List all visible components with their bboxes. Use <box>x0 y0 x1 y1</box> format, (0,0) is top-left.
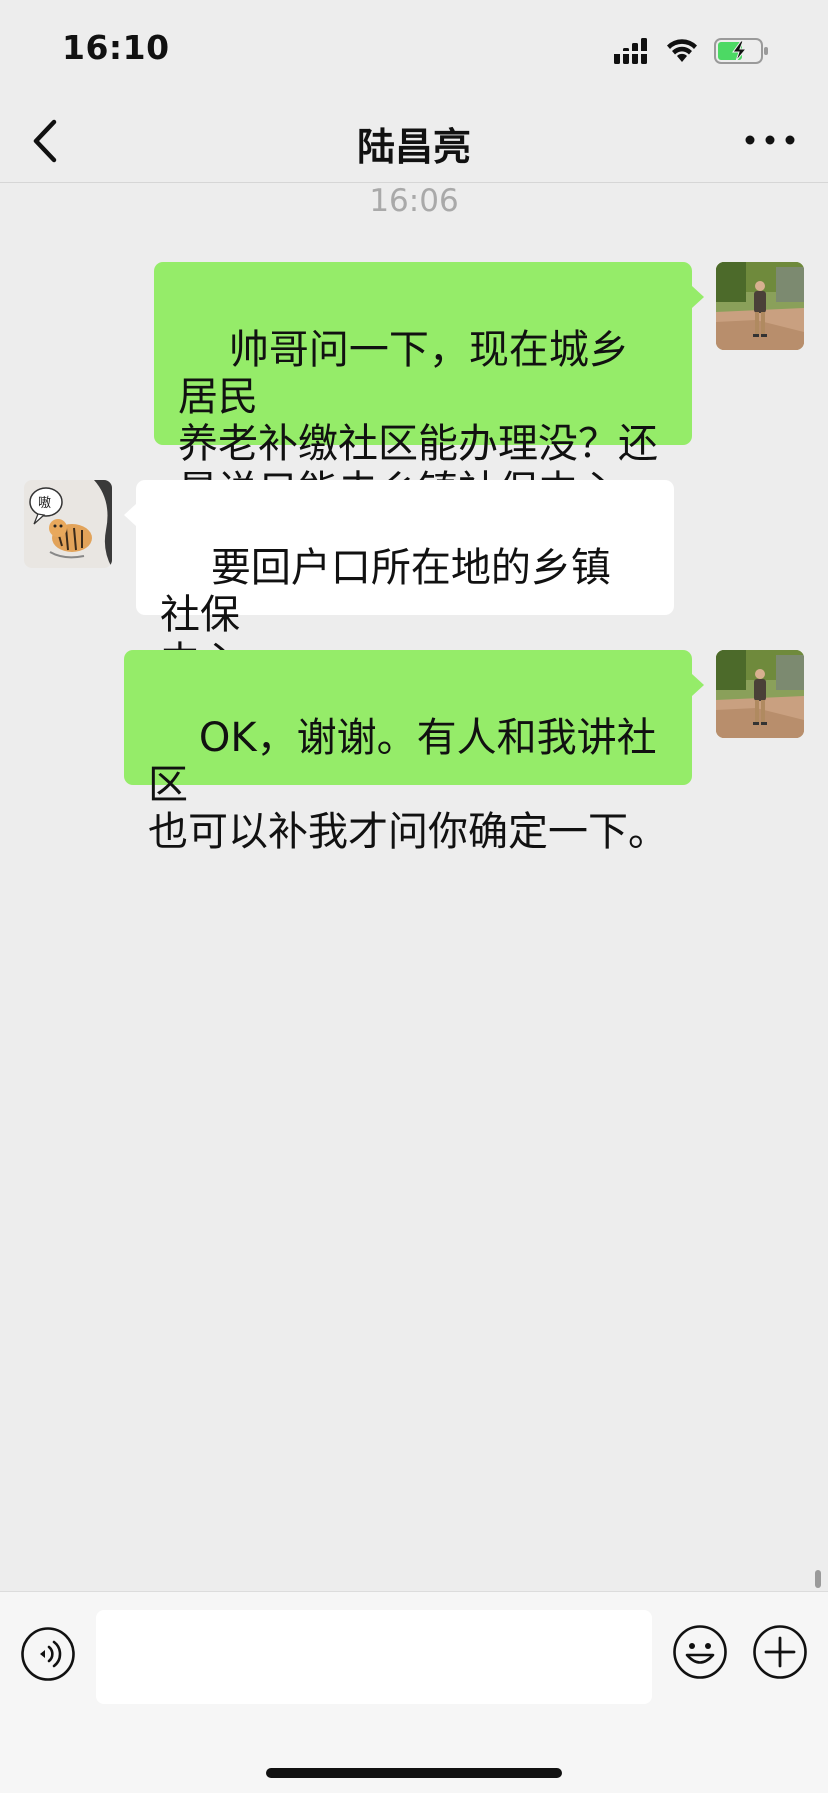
emoji-button[interactable] <box>672 1624 728 1680</box>
status-icons <box>614 34 794 64</box>
more-actions-button[interactable] <box>752 1624 808 1680</box>
more-dots-icon <box>745 135 795 145</box>
avatar-self[interactable] <box>716 262 804 350</box>
message-input[interactable] <box>96 1610 652 1704</box>
message-bubble-outgoing[interactable]: 帅哥问一下，现在城乡居民 养老补缴社区能办理没？还 是说只能去乡镇社保中心。 <box>154 262 692 514</box>
more-button[interactable] <box>742 122 798 158</box>
message-timestamp: 16:06 <box>369 183 459 219</box>
message-bubble-incoming[interactable]: 要回户口所在地的乡镇社保 中心 <box>136 480 674 685</box>
avatar-self[interactable] <box>716 650 804 738</box>
scrollbar[interactable] <box>815 1570 821 1588</box>
input-bar <box>0 1591 828 1793</box>
status-bar: 16:10 <box>0 0 828 100</box>
battery-charging-icon <box>714 38 768 64</box>
wifi-icon <box>667 39 697 62</box>
cellular-signal-icon <box>614 38 647 64</box>
avatar-self-image <box>716 650 804 738</box>
nav-bar: 陆昌亮 <box>0 100 828 183</box>
voice-icon <box>21 1627 75 1681</box>
avatar-contact[interactable]: 嗷 <box>24 480 112 568</box>
plus-icon <box>753 1625 807 1679</box>
message-bubble-outgoing[interactable]: OK，谢谢。有人和我讲社区 也可以补我才问你确定一下。 <box>124 650 692 855</box>
home-indicator[interactable] <box>266 1768 562 1778</box>
chat-area[interactable]: 16:06 帅哥问一下，现在城乡居民 养老补缴社区能办理没？还 是说只能去乡镇社… <box>0 183 828 1591</box>
bubble-tail <box>692 286 704 308</box>
bubble-tail <box>692 674 704 696</box>
svg-text:嗷: 嗷 <box>38 496 51 511</box>
message-text: OK，谢谢。有人和我讲社区 也可以补我才问你确定一下。 <box>148 715 668 855</box>
chat-title: 陆昌亮 <box>356 125 471 169</box>
avatar-contact-image: 嗷 <box>24 480 112 568</box>
status-time: 16:10 <box>62 28 170 67</box>
avatar-self-image <box>716 262 804 350</box>
bubble-tail <box>124 504 136 526</box>
emoji-icon <box>673 1625 727 1679</box>
voice-button[interactable] <box>20 1626 76 1682</box>
